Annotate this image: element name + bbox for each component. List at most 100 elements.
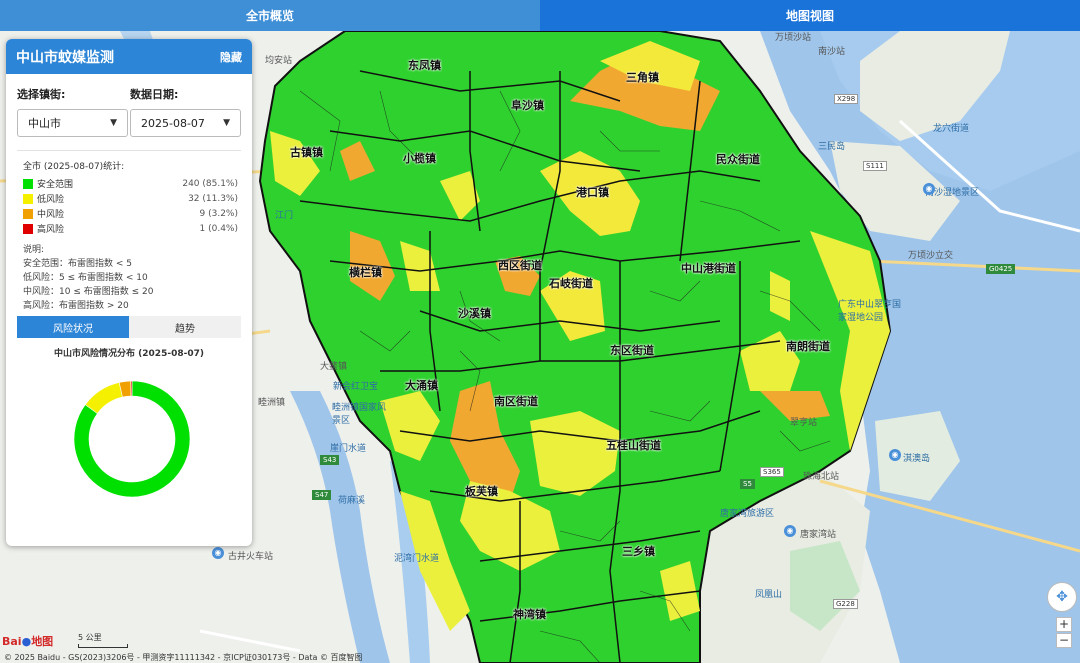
town-label-minzhong: 民众街道 bbox=[716, 153, 760, 166]
town-label-henglan: 横栏镇 bbox=[349, 266, 382, 279]
divider bbox=[17, 150, 241, 151]
stats-title: 全市 (2025-08-07)统计: bbox=[23, 162, 125, 172]
place-label: 均安站 bbox=[265, 56, 293, 66]
place-label: 唐家湾旅游区 bbox=[720, 509, 775, 519]
panel-title: 中山市蚊媒监测 bbox=[16, 49, 114, 66]
stat-name: 中风险 bbox=[37, 210, 65, 220]
pan-control-icon[interactable]: ✥ bbox=[1047, 582, 1077, 612]
scale-label: 5 公里 bbox=[78, 633, 102, 642]
road-tag: G0425 bbox=[986, 264, 1016, 274]
town-label-wuguishan: 五桂山街道 bbox=[606, 439, 661, 452]
place-label: 新会红卫宝 bbox=[333, 382, 379, 392]
notes-block: 说明: 安全范围：布雷图指数 < 5 低风险：5 ≤ 布雷图指数 < 10 中风… bbox=[23, 243, 252, 313]
road-tag: S5 bbox=[740, 479, 755, 489]
town-label-gangkou: 港口镇 bbox=[576, 186, 609, 199]
road-tag: S43 bbox=[320, 455, 340, 465]
stat-value: 240 (85.1%) bbox=[182, 178, 238, 189]
place-label: 崖门水道 bbox=[330, 444, 367, 454]
legend-swatch-low bbox=[23, 193, 33, 204]
place-label: 珠海北站 bbox=[803, 472, 840, 482]
stats-legend: 安全范围 240 (85.1%) 低风险 32 (11.3%) 中风险 9 (3… bbox=[23, 176, 238, 236]
donut-slice-1[interactable] bbox=[84, 382, 123, 414]
note-line: 安全范围：布雷图指数 < 5 bbox=[23, 259, 132, 269]
road-tag: S365 bbox=[760, 467, 784, 477]
island-poi-icon[interactable]: ◉ bbox=[889, 449, 901, 461]
place-label: 翠亨站 bbox=[790, 418, 818, 428]
town-label-sanjiao: 三角镇 bbox=[626, 71, 659, 84]
donut-slice-3[interactable] bbox=[130, 380, 133, 397]
date-select-label: 数据日期: bbox=[130, 88, 179, 101]
place-label: 万顷沙站 bbox=[775, 33, 812, 43]
zoom-out-button[interactable]: − bbox=[1056, 633, 1072, 648]
town-label-nanlang: 南朗街道 bbox=[786, 340, 830, 353]
road-tag: X298 bbox=[834, 94, 859, 104]
station-poi-icon[interactable]: ◉ bbox=[212, 547, 224, 559]
town-label-zhongshangang: 中山港街道 bbox=[681, 262, 736, 275]
scenic-poi-icon[interactable]: ◉ bbox=[923, 183, 935, 195]
town-label-shaxi: 沙溪镇 bbox=[458, 307, 491, 320]
tab-map-view[interactable]: 地图视图 bbox=[540, 0, 1080, 31]
stat-name: 低风险 bbox=[37, 195, 65, 205]
map-attribution: © 2025 Baidu - GS(2023)3206号 - 甲测资字11111… bbox=[4, 653, 363, 662]
place-label: 江门 bbox=[275, 211, 294, 221]
baidu-logo: Bai●地图 bbox=[2, 635, 54, 648]
town-label-guzhen: 古镇镇 bbox=[290, 146, 323, 159]
town-selector-group: 选择镇街: 中山市 ▼ bbox=[17, 86, 128, 137]
notes-title: 说明: bbox=[23, 245, 45, 255]
date-selector-group: 数据日期: 2025-08-07 ▼ bbox=[130, 86, 241, 137]
stat-row-medium: 中风险 9 (3.2%) bbox=[23, 206, 238, 221]
date-select-value: 2025-08-07 bbox=[141, 116, 205, 130]
town-select-label: 选择镇街: bbox=[17, 88, 66, 101]
stat-value: 32 (11.3%) bbox=[188, 193, 238, 204]
road-tag: S111 bbox=[863, 161, 887, 171]
town-label-dongqu: 东区街道 bbox=[610, 344, 654, 357]
place-label: 广东中山翠亨国家湿地公园 bbox=[838, 300, 902, 323]
road-tag: S47 bbox=[312, 490, 332, 500]
panel-subtabs: 风险状况 趋势 bbox=[17, 316, 241, 338]
town-select-value: 中山市 bbox=[28, 117, 61, 130]
stat-row-safe: 安全范围 240 (85.1%) bbox=[23, 176, 238, 191]
stat-value: 1 (0.4%) bbox=[199, 223, 238, 234]
top-tabbar: 全市概览 地图视图 bbox=[0, 0, 1080, 31]
hide-panel-button[interactable]: 隐藏 bbox=[220, 49, 242, 65]
station-poi-icon[interactable]: ◉ bbox=[784, 525, 796, 537]
place-label: 泥湾门水道 bbox=[394, 554, 440, 564]
tab-risk-status[interactable]: 风险状况 bbox=[17, 316, 129, 338]
selector-row: 选择镇街: 中山市 ▼ 数据日期: 2025-08-07 ▼ bbox=[6, 74, 252, 137]
stat-value: 9 (3.2%) bbox=[199, 208, 238, 219]
place-label: 万顷沙立交 bbox=[908, 251, 954, 261]
place-label: 三民岛 bbox=[818, 142, 846, 152]
place-label: 南沙站 bbox=[818, 47, 846, 57]
town-label-xiaolan: 小榄镇 bbox=[403, 152, 436, 165]
stat-name: 高风险 bbox=[37, 225, 65, 235]
zoom-in-button[interactable]: + bbox=[1056, 617, 1072, 632]
place-label: 睦洲镇 bbox=[258, 398, 286, 408]
chevron-down-icon: ▼ bbox=[223, 118, 230, 128]
chart-title: 中山市风险情况分布 (2025-08-07) bbox=[54, 349, 204, 359]
town-label-shiqi: 石岐街道 bbox=[549, 277, 593, 290]
town-select[interactable]: 中山市 ▼ bbox=[17, 109, 128, 137]
town-label-shenwan: 神湾镇 bbox=[513, 608, 546, 621]
note-line: 中风险：10 ≤ 布雷图指数 ≤ 20 bbox=[23, 287, 154, 297]
note-line: 高风险：布雷图指数 > 20 bbox=[23, 301, 129, 311]
monitoring-panel: 中山市蚊媒监测 隐藏 选择镇街: 中山市 ▼ 数据日期: 2025-08-07 … bbox=[6, 39, 252, 546]
stat-name: 安全范围 bbox=[37, 180, 74, 190]
legend-swatch-high bbox=[23, 223, 33, 234]
date-select[interactable]: 2025-08-07 ▼ bbox=[130, 109, 241, 137]
scale-bar bbox=[78, 644, 128, 648]
town-label-xiqu: 西区街道 bbox=[498, 259, 542, 272]
place-label: 大鳌镇 bbox=[320, 362, 348, 372]
place-label: 淇澳岛 bbox=[903, 454, 931, 464]
chevron-down-icon: ▼ bbox=[110, 118, 117, 128]
tab-trend[interactable]: 趋势 bbox=[129, 316, 241, 338]
risk-donut-chart bbox=[6, 359, 252, 509]
place-label: 荷麻溪 bbox=[338, 496, 366, 506]
town-label-nanqu: 南区街道 bbox=[494, 395, 538, 408]
map-scale: 5 公里 bbox=[78, 632, 128, 648]
place-label: 龙穴街道 bbox=[933, 124, 970, 134]
legend-swatch-safe bbox=[23, 178, 33, 189]
stat-row-high: 高风险 1 (0.4%) bbox=[23, 221, 238, 236]
legend-swatch-medium bbox=[23, 208, 33, 219]
tab-city-overview[interactable]: 全市概览 bbox=[0, 0, 540, 31]
place-label: 凤凰山 bbox=[755, 590, 783, 600]
